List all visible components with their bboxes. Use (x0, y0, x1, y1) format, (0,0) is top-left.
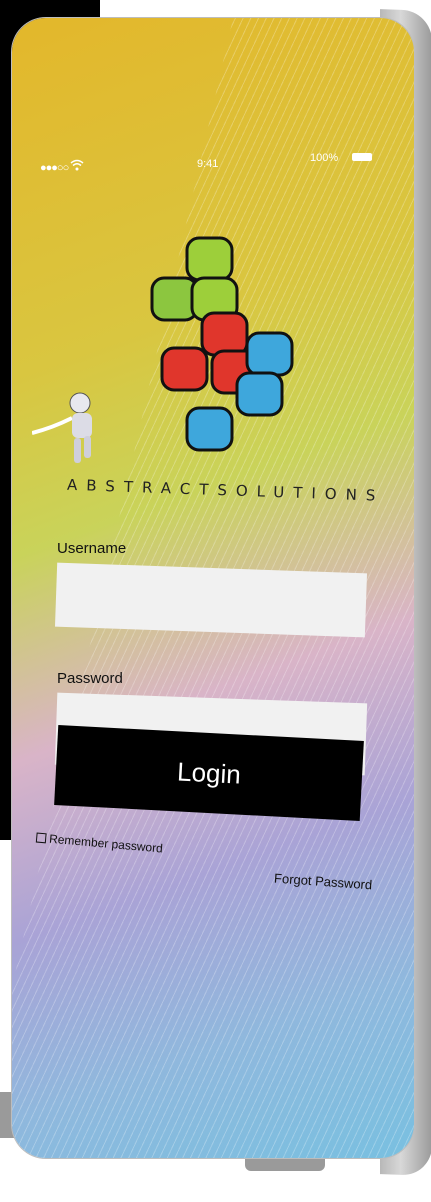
astronaut-illustration (32, 392, 92, 463)
password-label: Password (57, 670, 123, 687)
clock: 9:41 (197, 158, 219, 170)
abstract-solutions-logo (150, 236, 294, 452)
remember-checkbox[interactable] (35, 832, 47, 844)
username-label: Username (57, 540, 127, 557)
battery-icon (352, 153, 372, 161)
wifi-icon (70, 159, 84, 171)
login-button[interactable]: Login (54, 725, 364, 821)
phone-screen: ●●●○○ 9:41 100% ABSTRACTSOLUTIONS Userna… (12, 18, 414, 1158)
signal-icon: ●●●○○ (40, 162, 69, 174)
username-field[interactable] (54, 562, 368, 638)
status-bar: ●●●○○ 9:41 100% (12, 152, 414, 188)
battery-percent: 100% (310, 152, 339, 164)
